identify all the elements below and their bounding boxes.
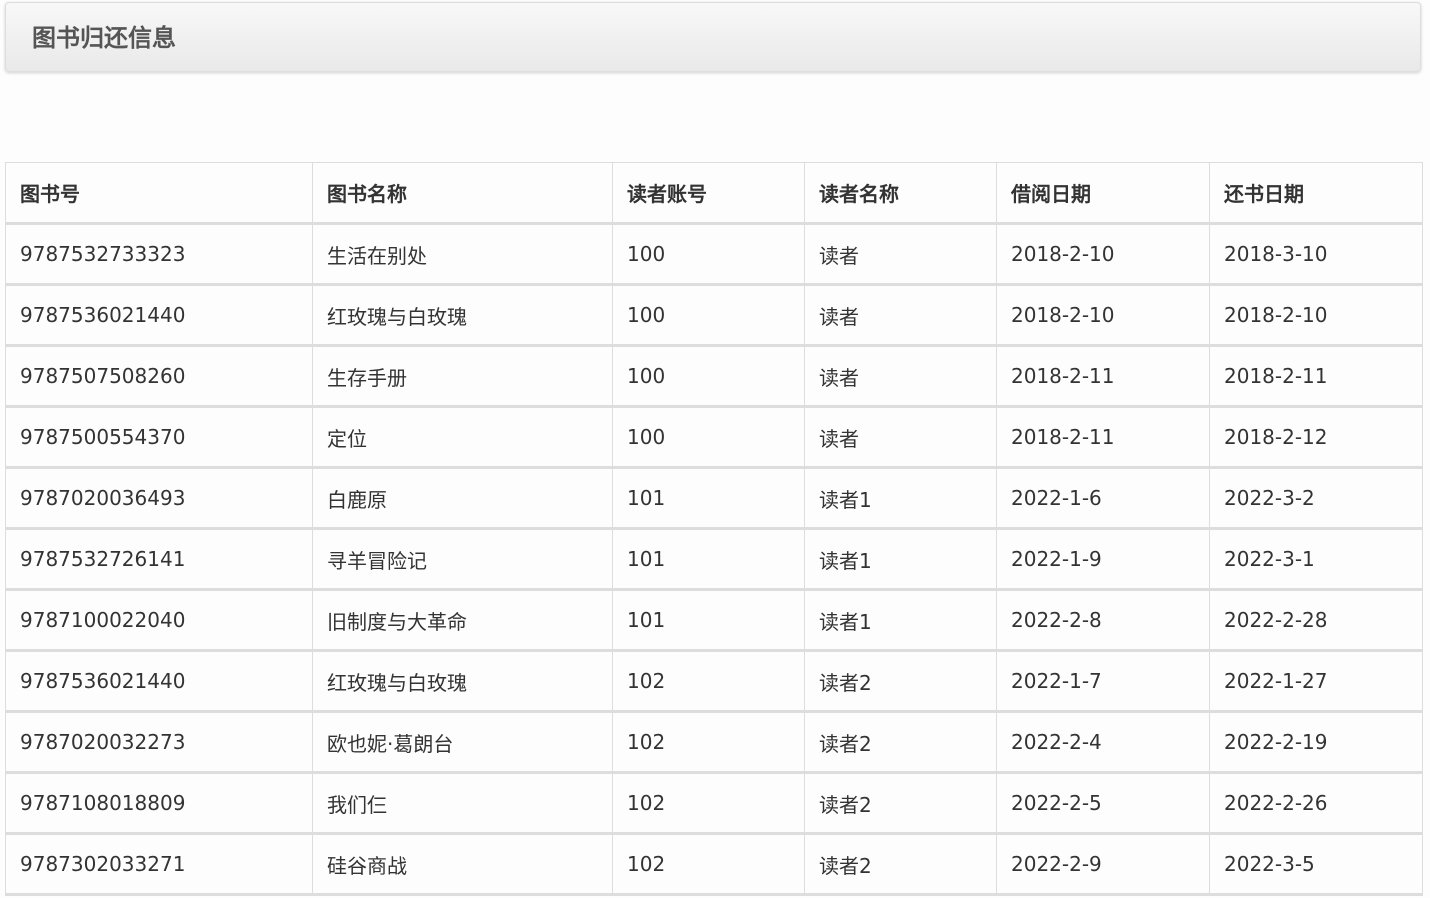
table-header-row: 图书号 图书名称 读者账号 读者名称 借阅日期 还书日期 [5, 162, 1423, 225]
cell-reader-name: 读者 [804, 284, 997, 347]
cell-book-id: 9787100022040 [5, 589, 313, 652]
cell-book-id: 9787108018809 [5, 772, 313, 835]
panel-heading: 图书归还信息 [5, 2, 1421, 72]
cell-return-date: 2018-3-10 [1209, 223, 1423, 286]
cell-reader-account: 101 [612, 589, 805, 652]
table-row: 9787020032273 欧也妮·葛朗台 102 读者2 2022-2-4 2… [5, 711, 1423, 774]
cell-reader-name: 读者2 [804, 833, 997, 896]
cell-borrow-date: 2022-2-5 [996, 772, 1210, 835]
cell-return-date: 2022-3-2 [1209, 467, 1423, 530]
table-row: 9787500554370 定位 100 读者 2018-2-11 2018-2… [5, 406, 1423, 469]
cell-reader-account: 102 [612, 711, 805, 774]
cell-reader-account: 100 [612, 345, 805, 408]
cell-book-title: 定位 [312, 406, 613, 469]
page-title: 图书归还信息 [32, 24, 176, 52]
cell-book-title: 旧制度与大革命 [312, 589, 613, 652]
cell-reader-account: 102 [612, 772, 805, 835]
cell-return-date: 2018-2-11 [1209, 345, 1423, 408]
cell-reader-name: 读者 [804, 406, 997, 469]
cell-reader-name: 读者1 [804, 528, 997, 591]
cell-reader-account: 101 [612, 528, 805, 591]
cell-book-id: 9787532726141 [5, 528, 313, 591]
cell-book-title: 白鹿原 [312, 467, 613, 530]
cell-book-id: 9787532733323 [5, 223, 313, 286]
cell-reader-name: 读者2 [804, 650, 997, 713]
cell-book-id: 9787536021440 [5, 650, 313, 713]
cell-borrow-date: 2018-2-11 [996, 406, 1210, 469]
cell-return-date: 2022-3-5 [1209, 833, 1423, 896]
cell-reader-account: 102 [612, 833, 805, 896]
cell-reader-name: 读者 [804, 345, 997, 408]
cell-return-date: 2022-2-26 [1209, 772, 1423, 835]
cell-book-title: 寻羊冒险记 [312, 528, 613, 591]
cell-borrow-date: 2022-2-8 [996, 589, 1210, 652]
cell-reader-name: 读者 [804, 223, 997, 286]
column-header-borrow-date: 借阅日期 [996, 162, 1210, 225]
column-header-return-date: 还书日期 [1209, 162, 1423, 225]
cell-return-date: 2018-2-12 [1209, 406, 1423, 469]
cell-reader-name: 读者1 [804, 589, 997, 652]
cell-book-id: 9787507508260 [5, 345, 313, 408]
cell-book-id: 9787500554370 [5, 406, 313, 469]
cell-return-date: 2022-3-1 [1209, 528, 1423, 591]
table-row: 9787507508260 生存手册 100 读者 2018-2-11 2018… [5, 345, 1423, 408]
cell-book-title: 欧也妮·葛朗台 [312, 711, 613, 774]
cell-reader-account: 102 [612, 650, 805, 713]
cell-return-date: 2022-2-28 [1209, 589, 1423, 652]
table-row: 9787532726141 寻羊冒险记 101 读者1 2022-1-9 202… [5, 528, 1423, 591]
cell-reader-name: 读者2 [804, 772, 997, 835]
cell-book-id: 9787020032273 [5, 711, 313, 774]
cell-book-id: 9787020036493 [5, 467, 313, 530]
table-row: 9787020036493 白鹿原 101 读者1 2022-1-6 2022-… [5, 467, 1423, 530]
cell-book-title: 红玫瑰与白玫瑰 [312, 284, 613, 347]
cell-borrow-date: 2022-2-9 [996, 833, 1210, 896]
column-header-reader-name: 读者名称 [804, 162, 997, 225]
column-header-book-id: 图书号 [5, 162, 313, 225]
column-header-book-title: 图书名称 [312, 162, 613, 225]
cell-return-date: 2022-2-19 [1209, 711, 1423, 774]
cell-book-title: 红玫瑰与白玫瑰 [312, 650, 613, 713]
table-row: 9787536021440 红玫瑰与白玫瑰 102 读者2 2022-1-7 2… [5, 650, 1423, 713]
cell-borrow-date: 2022-1-6 [996, 467, 1210, 530]
cell-borrow-date: 2022-1-9 [996, 528, 1210, 591]
table-row: 9787532733323 生活在别处 100 读者 2018-2-10 201… [5, 223, 1423, 286]
cell-reader-account: 100 [612, 284, 805, 347]
cell-return-date: 2022-1-27 [1209, 650, 1423, 713]
table-row: 9787302033271 硅谷商战 102 读者2 2022-2-9 2022… [5, 833, 1423, 896]
cell-book-title: 硅谷商战 [312, 833, 613, 896]
table-row: 9787536021440 红玫瑰与白玫瑰 100 读者 2018-2-10 2… [5, 284, 1423, 347]
cell-book-title: 生活在别处 [312, 223, 613, 286]
cell-book-title: 我们仨 [312, 772, 613, 835]
table-row: 9787108018809 我们仨 102 读者2 2022-2-5 2022-… [5, 772, 1423, 835]
cell-borrow-date: 2022-1-7 [996, 650, 1210, 713]
cell-reader-account: 100 [612, 223, 805, 286]
cell-return-date: 2018-2-10 [1209, 284, 1423, 347]
return-records-table-container: 图书号 图书名称 读者账号 读者名称 借阅日期 还书日期 97875327333… [5, 162, 1423, 896]
cell-book-id: 9787536021440 [5, 284, 313, 347]
cell-reader-name: 读者1 [804, 467, 997, 530]
cell-borrow-date: 2018-2-11 [996, 345, 1210, 408]
cell-book-title: 生存手册 [312, 345, 613, 408]
cell-borrow-date: 2018-2-10 [996, 284, 1210, 347]
return-records-table: 图书号 图书名称 读者账号 读者名称 借阅日期 还书日期 97875327333… [5, 162, 1423, 896]
table-row: 9787100022040 旧制度与大革命 101 读者1 2022-2-8 2… [5, 589, 1423, 652]
cell-reader-name: 读者2 [804, 711, 997, 774]
column-header-reader-account: 读者账号 [612, 162, 805, 225]
cell-borrow-date: 2018-2-10 [996, 223, 1210, 286]
cell-borrow-date: 2022-2-4 [996, 711, 1210, 774]
cell-reader-account: 100 [612, 406, 805, 469]
cell-book-id: 9787302033271 [5, 833, 313, 896]
cell-reader-account: 101 [612, 467, 805, 530]
